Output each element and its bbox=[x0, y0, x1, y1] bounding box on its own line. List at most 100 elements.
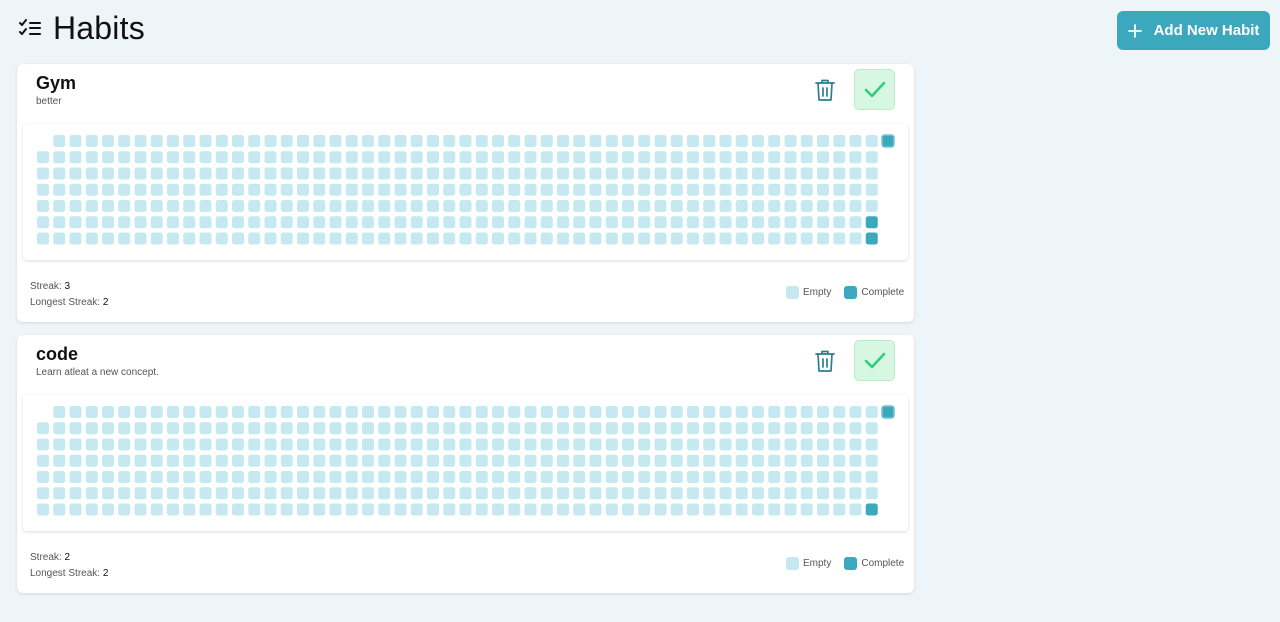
day-cell-empty[interactable] bbox=[264, 216, 277, 229]
day-cell-empty[interactable] bbox=[573, 135, 586, 147]
day-cell-empty[interactable] bbox=[735, 216, 748, 229]
day-cell-empty[interactable] bbox=[362, 167, 374, 180]
day-cell-empty[interactable] bbox=[833, 438, 846, 451]
day-cell-empty[interactable] bbox=[183, 167, 196, 180]
day-cell-empty[interactable] bbox=[443, 232, 456, 245]
day-cell-empty[interactable] bbox=[427, 406, 439, 418]
day-cell-empty[interactable] bbox=[183, 232, 196, 245]
day-cell-empty[interactable] bbox=[784, 454, 797, 467]
day-cell-empty[interactable] bbox=[670, 406, 683, 418]
day-cell-empty[interactable] bbox=[573, 200, 586, 212]
day-cell-empty[interactable] bbox=[199, 471, 212, 483]
day-cell-empty[interactable] bbox=[118, 183, 131, 196]
day-cell-empty[interactable] bbox=[638, 135, 651, 147]
day-cell-empty[interactable] bbox=[735, 232, 748, 245]
day-cell-empty[interactable] bbox=[427, 216, 439, 229]
day-cell-empty[interactable] bbox=[735, 135, 748, 147]
day-cell-empty[interactable] bbox=[37, 503, 49, 516]
trash-icon[interactable] bbox=[814, 78, 836, 102]
day-cell-empty[interactable] bbox=[232, 183, 244, 196]
day-cell-empty[interactable] bbox=[654, 422, 667, 435]
day-cell-empty[interactable] bbox=[605, 183, 618, 196]
day-cell-empty[interactable] bbox=[134, 406, 147, 418]
day-cell-empty[interactable] bbox=[134, 422, 147, 435]
day-cell-empty[interactable] bbox=[605, 232, 618, 245]
day-cell-empty[interactable] bbox=[557, 406, 569, 418]
day-cell-empty[interactable] bbox=[215, 438, 228, 451]
day-cell-empty[interactable] bbox=[427, 471, 439, 483]
day-cell-empty[interactable] bbox=[557, 422, 569, 435]
day-cell-empty[interactable] bbox=[264, 438, 277, 451]
day-cell-empty[interactable] bbox=[719, 487, 732, 500]
day-cell-empty[interactable] bbox=[817, 503, 829, 516]
day-cell-empty[interactable] bbox=[605, 135, 618, 147]
day-cell-empty[interactable] bbox=[150, 438, 163, 451]
day-cell-empty[interactable] bbox=[297, 151, 309, 164]
day-cell-empty[interactable] bbox=[102, 503, 114, 516]
day-cell-empty[interactable] bbox=[638, 487, 651, 500]
day-cell-empty[interactable] bbox=[329, 487, 342, 500]
day-cell-empty[interactable] bbox=[183, 454, 196, 467]
day-cell-empty[interactable] bbox=[345, 454, 358, 467]
day-cell-empty[interactable] bbox=[703, 200, 716, 212]
day-cell-empty[interactable] bbox=[248, 503, 261, 516]
day-cell-empty[interactable] bbox=[703, 135, 716, 147]
day-cell-empty[interactable] bbox=[183, 471, 196, 483]
day-cell-empty[interactable] bbox=[329, 216, 342, 229]
day-cell-empty[interactable] bbox=[118, 487, 131, 500]
day-cell-empty[interactable] bbox=[719, 471, 732, 483]
day-cell-empty[interactable] bbox=[622, 183, 634, 196]
day-cell-empty[interactable] bbox=[508, 151, 521, 164]
day-cell-empty[interactable] bbox=[492, 406, 504, 418]
day-cell-empty[interactable] bbox=[394, 232, 407, 245]
day-cell-empty[interactable] bbox=[102, 406, 114, 418]
day-cell-empty[interactable] bbox=[378, 135, 391, 147]
day-cell-empty[interactable] bbox=[443, 454, 456, 467]
day-cell-empty[interactable] bbox=[475, 167, 488, 180]
day-cell-empty[interactable] bbox=[280, 487, 293, 500]
day-cell-empty[interactable] bbox=[69, 216, 82, 229]
day-cell-empty[interactable] bbox=[53, 503, 66, 516]
day-cell-empty[interactable] bbox=[557, 151, 569, 164]
day-cell-empty[interactable] bbox=[719, 422, 732, 435]
day-cell-empty[interactable] bbox=[768, 406, 781, 418]
day-cell-empty[interactable] bbox=[394, 422, 407, 435]
day-cell-empty[interactable] bbox=[800, 503, 813, 516]
day-cell-empty[interactable] bbox=[670, 135, 683, 147]
day-cell-empty[interactable] bbox=[735, 471, 748, 483]
day-cell-empty[interactable] bbox=[427, 167, 439, 180]
day-cell-empty[interactable] bbox=[183, 151, 196, 164]
day-cell-empty[interactable] bbox=[264, 454, 277, 467]
day-cell-empty[interactable] bbox=[752, 454, 764, 467]
day-cell-empty[interactable] bbox=[459, 183, 472, 196]
day-cell-empty[interactable] bbox=[150, 151, 163, 164]
day-cell-empty[interactable] bbox=[280, 167, 293, 180]
day-cell-empty[interactable] bbox=[150, 454, 163, 467]
day-cell-empty[interactable] bbox=[459, 471, 472, 483]
day-cell-empty[interactable] bbox=[508, 200, 521, 212]
day-cell-empty[interactable] bbox=[557, 438, 569, 451]
day-cell-empty[interactable] bbox=[752, 232, 764, 245]
day-cell-empty[interactable] bbox=[69, 454, 82, 467]
day-cell-empty[interactable] bbox=[703, 151, 716, 164]
day-cell-empty[interactable] bbox=[394, 454, 407, 467]
day-cell-empty[interactable] bbox=[313, 422, 326, 435]
day-cell-empty[interactable] bbox=[508, 183, 521, 196]
day-cell-empty[interactable] bbox=[817, 232, 829, 245]
day-cell-empty[interactable] bbox=[280, 232, 293, 245]
day-cell-empty[interactable] bbox=[687, 422, 699, 435]
day-cell-empty[interactable] bbox=[800, 487, 813, 500]
day-cell-empty[interactable] bbox=[865, 183, 878, 196]
day-cell-empty[interactable] bbox=[280, 200, 293, 212]
day-cell-empty[interactable] bbox=[865, 454, 878, 467]
day-cell-empty[interactable] bbox=[69, 183, 82, 196]
day-cell-empty[interactable] bbox=[719, 454, 732, 467]
day-cell-empty[interactable] bbox=[53, 422, 66, 435]
day-cell-empty[interactable] bbox=[69, 422, 82, 435]
day-cell-empty[interactable] bbox=[654, 503, 667, 516]
day-cell-empty[interactable] bbox=[329, 406, 342, 418]
day-cell-empty[interactable] bbox=[622, 167, 634, 180]
day-cell-empty[interactable] bbox=[362, 232, 374, 245]
day-cell-empty[interactable] bbox=[817, 471, 829, 483]
day-cell-empty[interactable] bbox=[37, 232, 49, 245]
